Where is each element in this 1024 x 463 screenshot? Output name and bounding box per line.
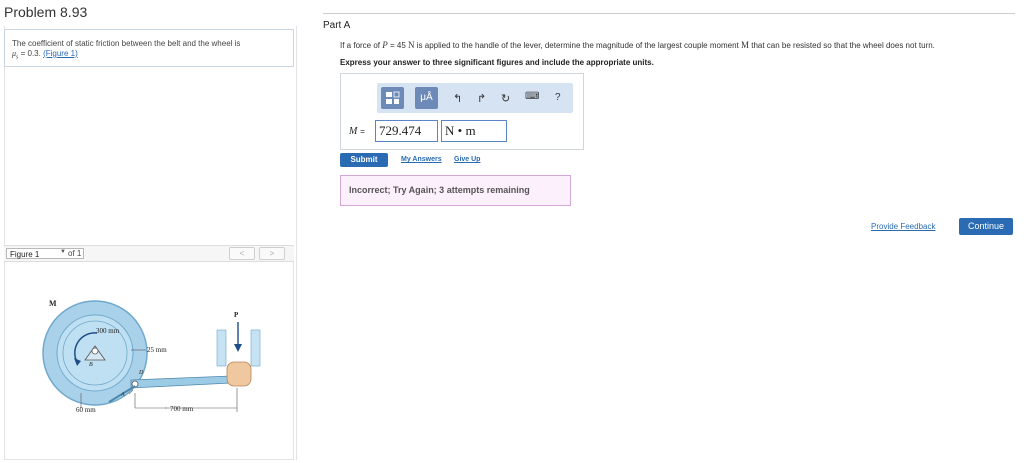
label-d: D [138,370,144,376]
answer-value-input[interactable]: 729.474 [375,120,438,142]
question-unit: N [408,40,415,50]
chevron-down-icon: ▼ [60,249,66,255]
problem-title: Problem 8.93 [4,4,88,20]
template-button[interactable] [381,87,404,109]
part-title: Part A [323,20,351,31]
figure-select-label: Figure 1 [10,250,40,259]
friction-coefficient: μs = 0.3. (Figure 1) [12,49,293,63]
answer-unit-input[interactable]: N • m [441,120,507,142]
answer-equals: = [360,127,365,136]
problem-info-box: The coefficient of static friction betwe… [4,29,294,67]
label-b: B [89,362,93,368]
label-p: P [234,311,239,319]
give-up-link[interactable]: Give Up [454,156,480,163]
prev-figure-button[interactable]: < [229,247,255,260]
mu-value: = 0.3. [20,49,41,58]
question-part-1: If a force of [340,41,381,50]
label-700mm: 700 mm [170,405,194,413]
figure-panel: M P 300 mm 25 mm B D A 60 mm 700 mm [4,262,294,460]
problem-info-text: The coefficient of static friction betwe… [12,39,241,48]
undo-icon[interactable]: ↰ [453,92,462,105]
figure-count: of 1 [68,249,82,258]
feedback-message: Incorrect; Try Again; 3 attempts remaini… [340,175,571,206]
question-part-3: is applied to the handle of the lever, d… [416,41,739,50]
label-25mm: 25 mm [147,346,167,354]
continue-button[interactable]: Continue [959,218,1013,235]
answer-var: M [349,126,358,137]
units-button[interactable]: μÅ [415,87,438,109]
sleeve-right [250,329,261,367]
figure-link[interactable]: (Figure 1) [43,49,78,58]
pin-joint [91,347,99,355]
label-300mm: 300 mm [96,327,120,335]
keyboard-icon[interactable]: ⌨ [525,91,539,102]
template-icon [386,91,400,104]
mu-subscript: s [16,54,19,61]
lever-arm [130,375,232,389]
part-divider [323,13,1015,14]
help-button[interactable]: ? [555,92,561,103]
question-var-m: M [740,40,749,50]
label-a: A [120,392,125,398]
answer-box: μÅ ↰ ↱ ↻ ⌨ ? M = 729.474 N • m [340,73,584,150]
next-figure-button[interactable]: > [259,247,285,260]
sleeve-left [216,329,227,367]
hand-icon [226,361,252,387]
question-text: If a force of P = 45 N is applied to the… [340,40,935,50]
label-m: M [49,299,57,308]
question-part-2: = 45 [390,41,406,50]
question-var-p: P [382,40,388,50]
redo-icon[interactable]: ↱ [477,92,486,105]
answer-label: M = [349,126,365,137]
submit-button[interactable]: Submit [340,153,388,167]
label-60mm: 60 mm [76,406,96,414]
reset-icon[interactable]: ↻ [501,92,510,105]
answer-instructions: Express your answer to three significant… [340,58,654,67]
wheel-lever-figure: M P 300 mm 25 mm B D A 60 mm 700 mm [42,299,261,414]
provide-feedback-link[interactable]: Provide Feedback [871,222,935,231]
my-answers-link[interactable]: My Answers [401,156,442,163]
force-arrowhead [234,344,242,352]
math-toolbar: μÅ ↰ ↱ ↻ ⌨ ? [377,83,573,113]
figure-navigation-bar: Figure 1 ▼ of 1 < > [4,245,294,262]
question-part-4: that can be resisted so that the wheel d… [751,41,935,50]
